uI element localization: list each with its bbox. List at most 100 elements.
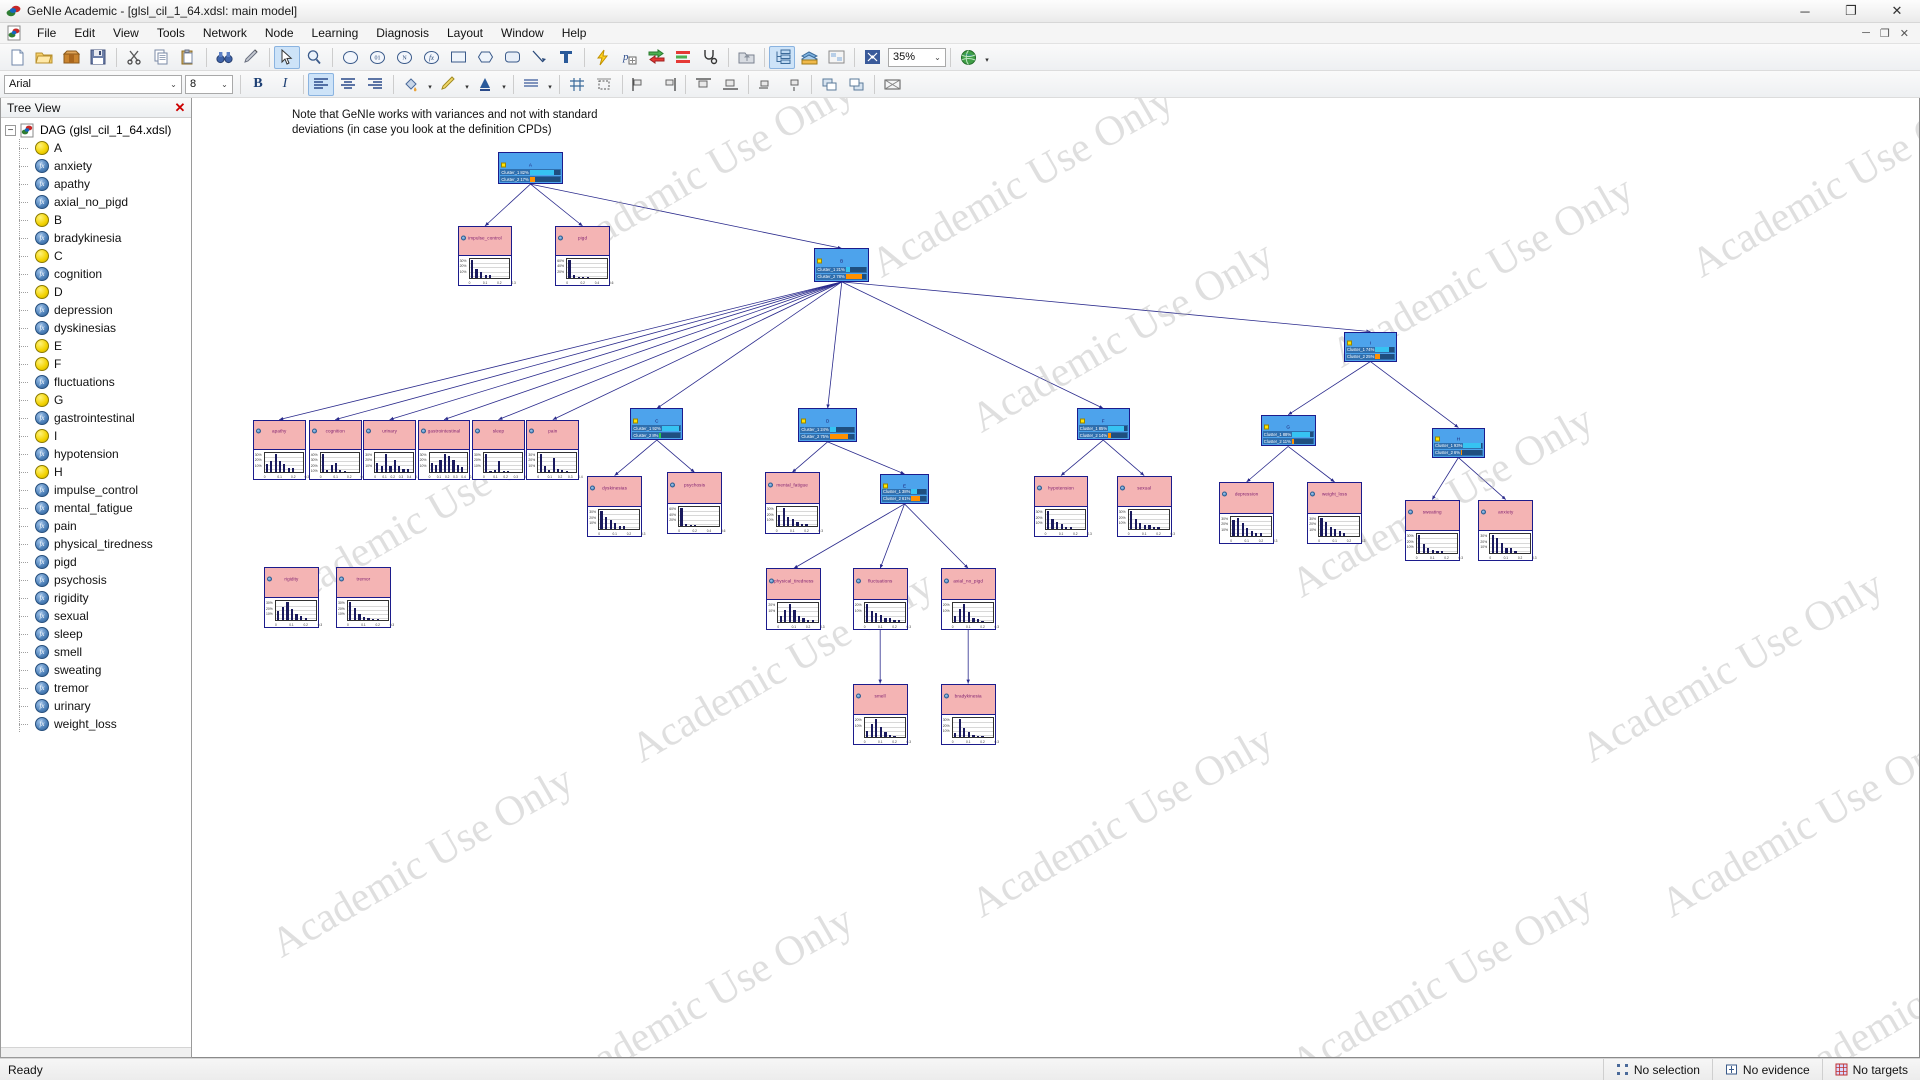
zoom-level-combo[interactable]: 35% ⌄ [888, 47, 946, 67]
node-box[interactable]: psychosis [667, 472, 722, 505]
node-box[interactable]: A Cluster_1 82% Cluster_2 17% [498, 152, 563, 185]
mdi-minimize-button[interactable]: ─ [1857, 27, 1875, 40]
node-box[interactable]: rigidity [264, 566, 319, 599]
menu-item-diagnosis[interactable]: Diagnosis [367, 24, 438, 42]
chevron-down-icon[interactable]: ⌄ [217, 80, 232, 89]
send-to-back-icon[interactable] [843, 73, 869, 96]
network-node-axial_no_pigd[interactable]: axial_no_pigd 20% 10% 0 0.1 0.2 0.3 [940, 568, 999, 631]
node-box[interactable]: impulse_control [457, 226, 513, 256]
tree-item-i[interactable]: I [1, 427, 191, 445]
network-node-A[interactable]: A Cluster_1 82% Cluster_2 17% [498, 152, 563, 185]
node-box[interactable]: anxiety [1478, 499, 1534, 532]
open-box-icon[interactable] [58, 46, 84, 69]
close-icon[interactable]: ✕ [171, 99, 189, 117]
menu-item-learning[interactable]: Learning [303, 24, 368, 42]
cut-scissors-icon[interactable] [121, 46, 147, 69]
node-box[interactable]: D Cluster_1 24% Cluster_2 75% [798, 408, 857, 442]
node-box[interactable]: pain [526, 419, 580, 450]
network-node-B[interactable]: B Cluster_1 21% Cluster_2 78% [814, 248, 870, 282]
node-box[interactable]: I Cluster_1 74% Cluster_2 25% [1344, 331, 1397, 362]
format-painter-icon[interactable] [238, 46, 264, 69]
network-node-D[interactable]: D Cluster_1 24% Cluster_2 75% [798, 408, 857, 442]
globe-dropdown-arrow-icon[interactable]: ▾ [982, 46, 992, 69]
align-objects-bottom-icon[interactable] [717, 73, 743, 96]
tree-item-d[interactable]: D [1, 283, 191, 301]
node-box[interactable]: bradykinesia [940, 683, 996, 716]
italic-button[interactable]: I [272, 73, 298, 96]
find-binoculars-icon[interactable] [211, 46, 237, 69]
stethoscope-icon[interactable] [697, 46, 723, 69]
equation-node-icon[interactable]: fx [418, 46, 444, 69]
tree-item-fluctuations[interactable]: fluctuations [1, 373, 191, 391]
tree-item-tremor[interactable]: tremor [1, 679, 191, 697]
node-box[interactable]: apathy [252, 419, 306, 450]
copy-icon[interactable] [148, 46, 174, 69]
network-node-E[interactable]: E Cluster_1 38% Cluster_2 61% [880, 474, 930, 504]
node-box[interactable]: B Cluster_1 21% Cluster_2 78% [814, 248, 870, 282]
tree-item-e[interactable]: E [1, 337, 191, 355]
menu-item-network[interactable]: Network [194, 24, 256, 42]
tree-item-cognition[interactable]: cognition [1, 265, 191, 283]
line-style-icon[interactable] [518, 73, 544, 96]
mdi-restore-button[interactable]: ❐ [1875, 27, 1895, 40]
deterministic-node-icon[interactable] [445, 46, 471, 69]
chance-node-icon[interactable] [337, 46, 363, 69]
network-node-sleep[interactable]: sleep30%20%10%00.10.20.30.4 [472, 419, 528, 480]
node-box[interactable]: cognition [308, 419, 362, 450]
align-left-icon[interactable] [308, 72, 334, 96]
node-box[interactable]: mental_fatigue [764, 472, 820, 505]
tree-item-b[interactable]: B [1, 211, 191, 229]
fill-color-icon[interactable] [398, 73, 424, 96]
fill-color-dropdown-icon[interactable]: ▾ [425, 73, 435, 96]
select-arrow-icon[interactable] [274, 45, 300, 69]
tree-item-physical_tiredness[interactable]: physical_tiredness [1, 535, 191, 553]
node-box[interactable]: sleep [472, 419, 525, 450]
node-box[interactable]: physical_tiredness [766, 568, 822, 601]
node-box[interactable]: dyskinesias [587, 475, 642, 508]
fit-to-window-icon[interactable] [859, 46, 885, 69]
tree-item-apathy[interactable]: apathy [1, 175, 191, 193]
network-node-physical_tiredness[interactable]: physical_tiredness 20% 10% 0 0.1 0.2 0.3 [766, 568, 825, 631]
paste-icon[interactable] [175, 46, 201, 69]
tree-root-item[interactable]: − DAG (glsl_cil_1_64.xdsl) [1, 121, 191, 139]
node-box[interactable]: sexual [1116, 475, 1172, 508]
tree-item-sleep[interactable]: sleep [1, 625, 191, 643]
node-box[interactable]: pigd [555, 226, 610, 256]
menu-item-tools[interactable]: Tools [148, 24, 194, 42]
tree-item-smell[interactable]: smell [1, 643, 191, 661]
bar-chart-icon[interactable] [670, 46, 696, 69]
font-size-combo[interactable]: 8 ⌄ [185, 74, 233, 94]
tree-item-rigidity[interactable]: rigidity [1, 589, 191, 607]
tree-view-icon[interactable] [769, 45, 795, 69]
submodel-node-icon[interactable] [499, 46, 525, 69]
open-folder-icon[interactable] [31, 46, 57, 69]
node-box[interactable]: H Cluster_1 93% Cluster_2 6% [1432, 427, 1485, 458]
node-box[interactable]: fluctuations [852, 568, 908, 601]
node-box[interactable]: C Cluster_1 92% Cluster_2 8% [630, 408, 684, 441]
node-box[interactable]: F Cluster_1 85% Cluster_2 14% [1076, 408, 1130, 441]
font-color-dropdown-icon[interactable]: ▾ [499, 73, 509, 96]
node-box[interactable]: tremor [336, 566, 391, 599]
tree-item-hypotension[interactable]: hypotension [1, 445, 191, 463]
network-node-gastrointestinal[interactable]: gastrointestinal30%20%10%00.10.20.30.40.… [417, 419, 474, 480]
network-node-hypotension[interactable]: hypotension 30% 20% 10% 0 0.1 0.2 0.3 [1033, 475, 1092, 538]
node-box[interactable]: G Cluster_1 88% Cluster_2 11% [1260, 414, 1316, 447]
network-node-weight_loss[interactable]: weight_loss 30% 20% 10% 0 0.1 0.2 0.3 [1307, 482, 1365, 544]
network-node-pigd[interactable]: pigd 60% 40% 20% 0 0.2 0.4 0.6 [555, 226, 613, 286]
arc-icon[interactable] [526, 46, 552, 69]
align-right-icon[interactable] [362, 73, 388, 96]
network-node-apathy[interactable]: apathy 30% 20% 10% 0 0.1 0.2 0.3 [252, 419, 309, 480]
bring-to-front-icon[interactable] [816, 73, 842, 96]
node-box[interactable]: depression [1219, 482, 1274, 514]
network-node-sexual[interactable]: sexual 30% 20% 10% 0 0.1 0.2 0.3 [1116, 475, 1175, 538]
new-file-icon[interactable] [4, 46, 30, 69]
network-node-bradykinesia[interactable]: bradykinesia 30% 20% 10% 0 0.1 0.2 0.3 [940, 683, 999, 746]
center-vertical-icon[interactable] [780, 73, 806, 96]
network-node-F[interactable]: F Cluster_1 85% Cluster_2 14% [1076, 408, 1130, 441]
network-node-rigidity[interactable]: rigidity 30% 20% 10% 0 0.1 0.2 0.3 [264, 566, 322, 629]
tree-item-f[interactable]: F [1, 355, 191, 373]
mdi-close-button[interactable]: ✕ [1895, 27, 1914, 40]
globe-icon[interactable] [955, 46, 981, 69]
chevron-down-icon[interactable]: ⌄ [166, 80, 181, 89]
align-center-icon[interactable] [335, 73, 361, 96]
